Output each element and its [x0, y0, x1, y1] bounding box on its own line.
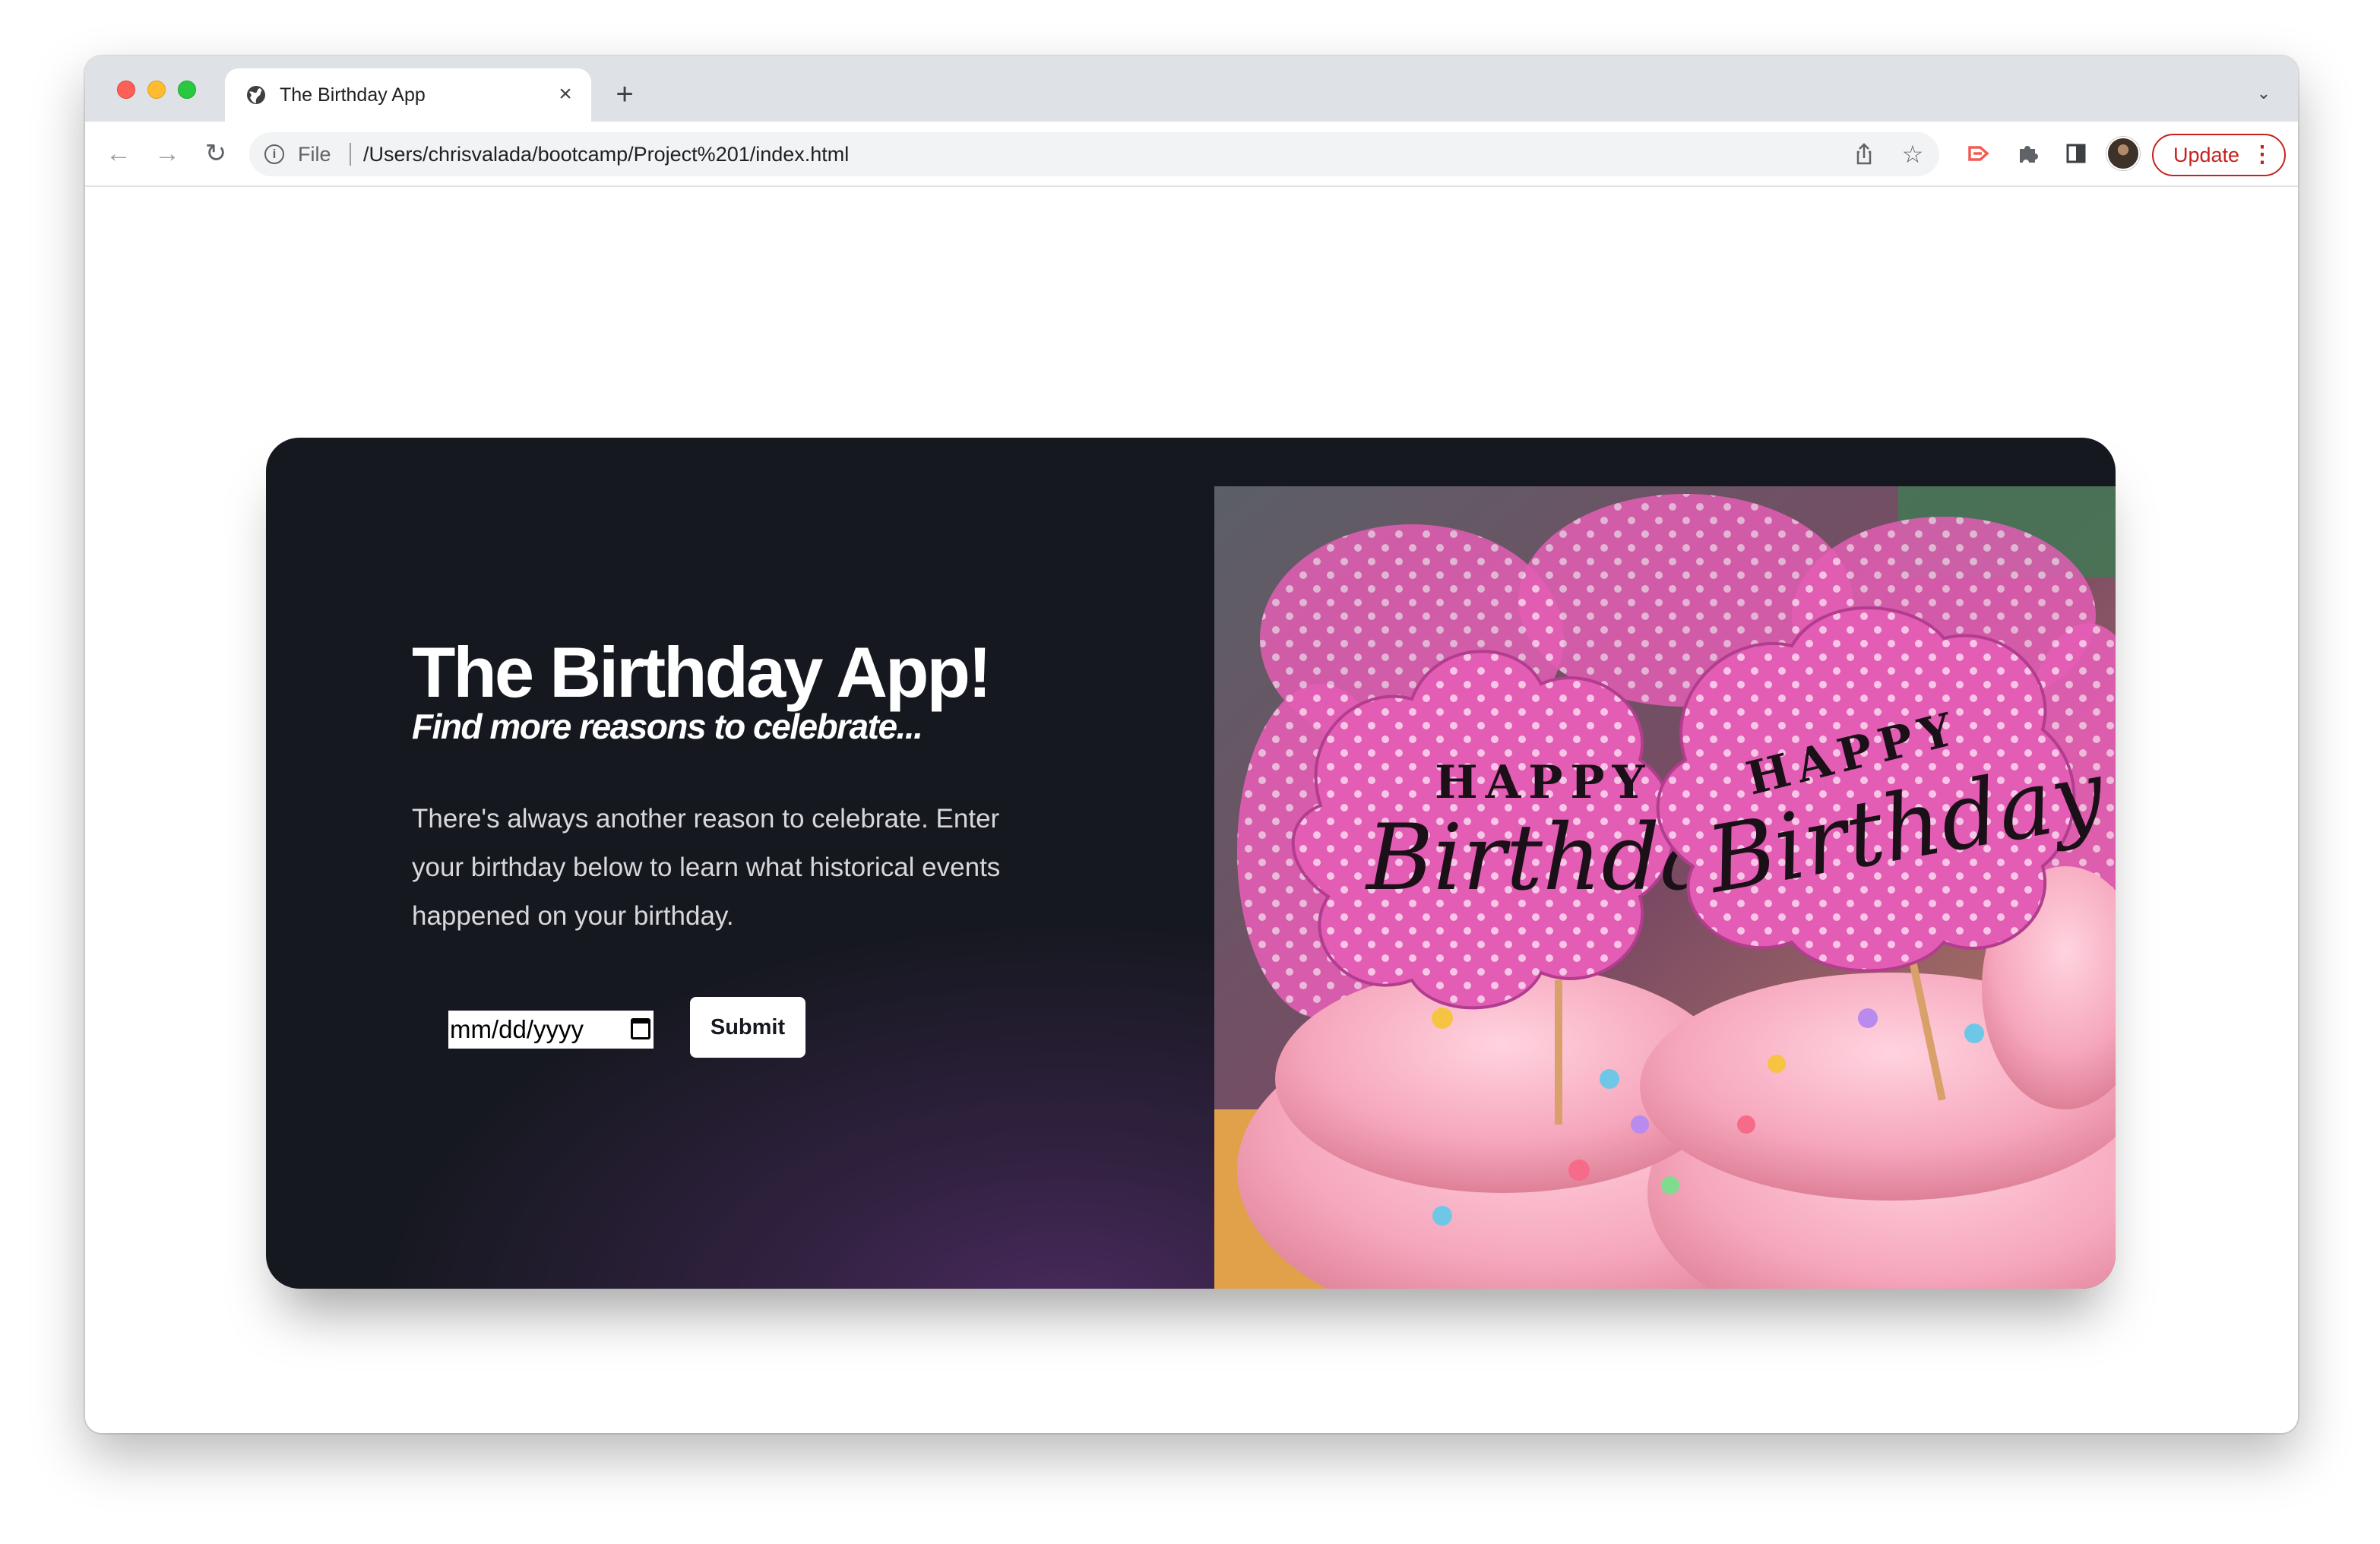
reload-button[interactable]: ↻ [199, 137, 233, 170]
new-tab-button[interactable]: + [609, 79, 640, 109]
more-menu-icon[interactable]: ⋮ [2251, 135, 2274, 175]
bookmark-star-icon[interactable]: ☆ [1900, 141, 1926, 167]
profile-avatar[interactable] [2106, 137, 2140, 170]
forward-button[interactable]: → [150, 137, 184, 170]
update-label: Update [2173, 144, 2240, 166]
side-panel-icon[interactable] [2059, 137, 2093, 170]
page-description: There's always another reason to celebra… [412, 804, 1001, 931]
page-title: The Birthday App! [412, 632, 992, 712]
page-viewport: The Birthday App! Find more reasons to c… [85, 187, 2298, 1433]
date-placeholder: mm/dd/yyyy [450, 1015, 584, 1043]
globe-icon [247, 86, 265, 104]
tab-birthday-app[interactable]: The Birthday App × [225, 68, 591, 122]
tab-strip: The Birthday App × + ⌄ [85, 56, 2298, 122]
close-tab-icon[interactable]: × [553, 82, 578, 106]
birthday-cupcakes-image: HAPPY Birthday HAPPY Birthday [1214, 486, 2116, 1289]
address-bar[interactable]: i File /Users/chrisvalada/bootcamp/Proje… [249, 132, 1939, 176]
calendar-icon[interactable] [631, 1018, 650, 1039]
topper-happy-left: HAPPY [1435, 756, 1652, 809]
close-window-button[interactable] [117, 81, 135, 99]
submit-button[interactable]: Submit [690, 997, 805, 1058]
info-icon[interactable]: i [264, 144, 284, 164]
extension-red-icon[interactable] [1962, 137, 1995, 170]
back-button[interactable]: ← [102, 137, 135, 170]
browser-window: The Birthday App × + ⌄ ← → ↻ i File /Use… [85, 56, 2298, 1433]
maximize-window-button[interactable] [178, 81, 196, 99]
scheme-label: File [298, 143, 331, 166]
page-subtitle: Find more reasons to celebrate... [412, 707, 923, 746]
birthday-date-input[interactable]: mm/dd/yyyy [448, 1011, 654, 1049]
extensions-puzzle-icon[interactable] [2011, 137, 2044, 170]
minimize-window-button[interactable] [147, 81, 166, 99]
hero-card: The Birthday App! Find more reasons to c… [266, 438, 2116, 1289]
update-button[interactable]: Update ⋮ [2152, 134, 2286, 176]
address-divider [350, 143, 351, 166]
url-text[interactable]: /Users/chrisvalada/bootcamp/Project%201/… [363, 143, 849, 166]
tab-title: The Birthday App [280, 84, 426, 106]
chevron-down-icon[interactable]: ⌄ [2252, 82, 2275, 105]
browser-toolbar: ← → ↻ i File /Users/chrisvalada/bootcamp… [85, 122, 2298, 187]
share-icon[interactable] [1851, 141, 1877, 167]
